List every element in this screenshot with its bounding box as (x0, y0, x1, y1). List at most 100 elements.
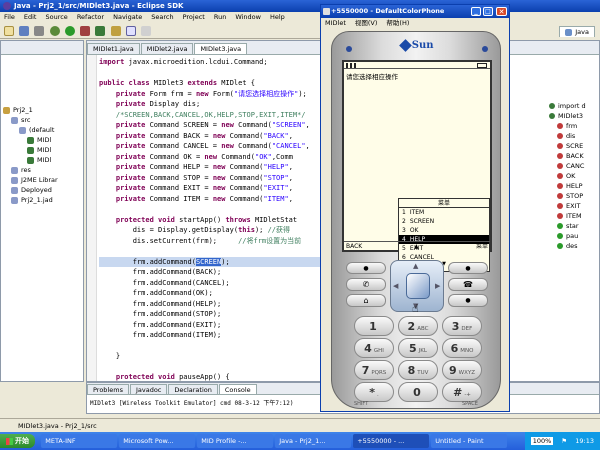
code-line[interactable]: frm.addCommand(SCREEN); (99, 256, 329, 267)
code-line[interactable]: private Command SCREEN = new Command("SC… (99, 120, 329, 131)
outline-item[interactable]: star (549, 221, 597, 231)
key-3[interactable]: 3 DEF (442, 316, 482, 336)
back-arrow-icon[interactable] (141, 26, 152, 36)
outline-item[interactable]: dis (549, 131, 597, 141)
code-line[interactable]: /*SCREEN,BACK,CANCEL,OK,HELP,STOP,EXIT,I… (99, 110, 329, 121)
code-line[interactable]: frm.addCommand(ITEM); (99, 330, 329, 341)
editor-tab-midlet3-java[interactable]: MIDlet3.java (194, 43, 248, 54)
outline-item[interactable]: pau (549, 231, 597, 241)
search-icon[interactable] (125, 26, 136, 36)
external-tools-icon[interactable] (80, 26, 91, 36)
emulator-menu-item[interactable]: 视图(V) (355, 19, 378, 27)
bottom-tab-console[interactable]: Console (218, 384, 257, 394)
command-menu-item-ok[interactable]: 3 OK (399, 226, 489, 235)
tree-item[interactable]: MIDl (3, 135, 81, 145)
code-line[interactable] (99, 362, 329, 373)
emulator-menu-item[interactable]: 帮助(H) (386, 19, 409, 27)
menu-navigate[interactable]: Navigate (113, 13, 142, 21)
dpad-right-icon[interactable]: ▶ (435, 282, 440, 290)
key-0[interactable]: 0 (398, 382, 438, 402)
code-line[interactable]: private Display dis; (99, 99, 329, 110)
menu-edit[interactable]: Edit (24, 13, 37, 21)
outline-item[interactable]: des (549, 241, 597, 251)
code-line[interactable]: } (99, 351, 329, 362)
run-icon[interactable] (64, 26, 75, 36)
code-line[interactable]: private Command ITEM = new Command("ITEM… (99, 194, 329, 205)
menu-file[interactable]: File (4, 13, 15, 21)
key-2[interactable]: 2 ABC (398, 316, 438, 336)
start-button[interactable]: 开始 (0, 434, 35, 448)
code-line[interactable]: frm.addCommand(OK); (99, 288, 329, 299)
outline-item[interactable]: EXIT (549, 201, 597, 211)
code-line[interactable]: private Command STOP = new Command("STOP… (99, 173, 329, 184)
soft-right-button[interactable]: ● (448, 262, 488, 274)
tree-item[interactable]: J2ME Librar (3, 175, 81, 185)
taskbar-item[interactable]: Microsoft Pow... (119, 434, 196, 448)
menu-refactor[interactable]: Refactor (77, 13, 104, 21)
code-line[interactable]: frm.addCommand(STOP); (99, 309, 329, 320)
code-line[interactable]: protected void pauseApp() { (99, 372, 329, 381)
taskbar-item[interactable]: META-INF (41, 434, 118, 448)
key-7[interactable]: 7 PQRS (354, 360, 394, 380)
new-icon[interactable] (4, 26, 14, 36)
key-star[interactable]: *. (354, 382, 394, 402)
emulator-menu-item[interactable]: MIDlet (325, 19, 346, 27)
code-line[interactable]: private Command OK = new Command("OK",Co… (99, 152, 329, 163)
outline-item[interactable]: import d (549, 101, 597, 111)
outline-item[interactable]: STOP (549, 191, 597, 201)
code-line[interactable] (99, 246, 329, 257)
bottom-tab-problems[interactable]: Problems (87, 384, 129, 394)
debug-icon[interactable] (49, 26, 60, 36)
code-line[interactable]: private Command HELP = new Command("HELP… (99, 162, 329, 173)
tree-item[interactable]: MIDl (3, 145, 81, 155)
tray-network-icon[interactable]: ⚑ (561, 437, 567, 445)
key-hash[interactable]: # -+ (442, 382, 482, 402)
menu-help[interactable]: Help (270, 13, 285, 21)
soft-left-button[interactable]: ● (346, 262, 386, 274)
tree-item[interactable]: (default (3, 125, 81, 135)
editor-tab-midlet2-java[interactable]: MIDlet2.java (140, 43, 194, 54)
code-line[interactable] (99, 341, 329, 352)
menu-source[interactable]: Source (45, 13, 67, 21)
menu-window[interactable]: Window (235, 13, 261, 21)
taskbar-item[interactable]: MID Profile -... (197, 434, 274, 448)
tree-item[interactable]: src (3, 115, 81, 125)
end-call-button[interactable]: ☎ (448, 278, 488, 291)
tree-item[interactable]: res (3, 165, 81, 175)
menu-run[interactable]: Run (214, 13, 226, 21)
code-line[interactable]: dis.setCurrent(frm); //将frm设置为当前 (99, 236, 329, 247)
menu-project[interactable]: Project (183, 13, 205, 21)
outline-item[interactable]: SCRE (549, 141, 597, 151)
outline-item[interactable]: frm (549, 121, 597, 131)
bottom-tab-javadoc[interactable]: Javadoc (129, 384, 168, 394)
code-line[interactable]: private Command CANCEL = new Command("CA… (99, 141, 329, 152)
dpad-up-icon[interactable]: ▲ (413, 262, 418, 270)
code-line[interactable]: dis = Display.getDisplay(this); //获得 (99, 225, 329, 236)
code-line[interactable]: private Command EXIT = new Command("EXIT… (99, 183, 329, 194)
key-4[interactable]: 4 GHI (354, 338, 394, 358)
code-line[interactable]: public class MIDlet3 extends MIDlet { (99, 78, 329, 89)
code-line[interactable] (99, 68, 329, 79)
tree-item[interactable]: Deployed (3, 185, 81, 195)
editor-tab-midlet1-java[interactable]: MIDlet1.java (87, 43, 140, 54)
key-1[interactable]: 1 (354, 316, 394, 336)
close-button[interactable]: ✕ (496, 7, 507, 16)
key-6[interactable]: 6 MNO (442, 338, 482, 358)
outline-item[interactable]: HELP (549, 181, 597, 191)
command-menu-item-screen[interactable]: 2 SCREEN (399, 217, 489, 226)
tree-item[interactable]: Prj2_1.jad (3, 195, 81, 205)
taskbar-item[interactable]: Java - Prj2_1... (275, 434, 352, 448)
tree-item[interactable]: MIDl (3, 155, 81, 165)
code-area[interactable]: import javax.microedition.lcdui.Command;… (99, 57, 329, 381)
code-line[interactable]: frm.addCommand(HELP); (99, 299, 329, 310)
emulator-titlebar[interactable]: +5550000 - DefaultColorPhone _ □ ✕ (321, 5, 509, 18)
taskbar-item[interactable]: +5550000 - ... (353, 434, 430, 448)
save-icon[interactable] (19, 26, 30, 36)
dpad-left-icon[interactable]: ◀ (393, 282, 398, 290)
eclipse-titlebar[interactable]: Java - Prj2_1/src/MIDlet3.java - Eclipse… (0, 0, 600, 12)
code-line[interactable] (99, 204, 329, 215)
outline-item[interactable]: BACK (549, 151, 597, 161)
maximize-button[interactable]: □ (483, 7, 493, 16)
bottom-tab-declaration[interactable]: Declaration (168, 384, 218, 394)
code-line[interactable]: frm.addCommand(BACK); (99, 267, 329, 278)
